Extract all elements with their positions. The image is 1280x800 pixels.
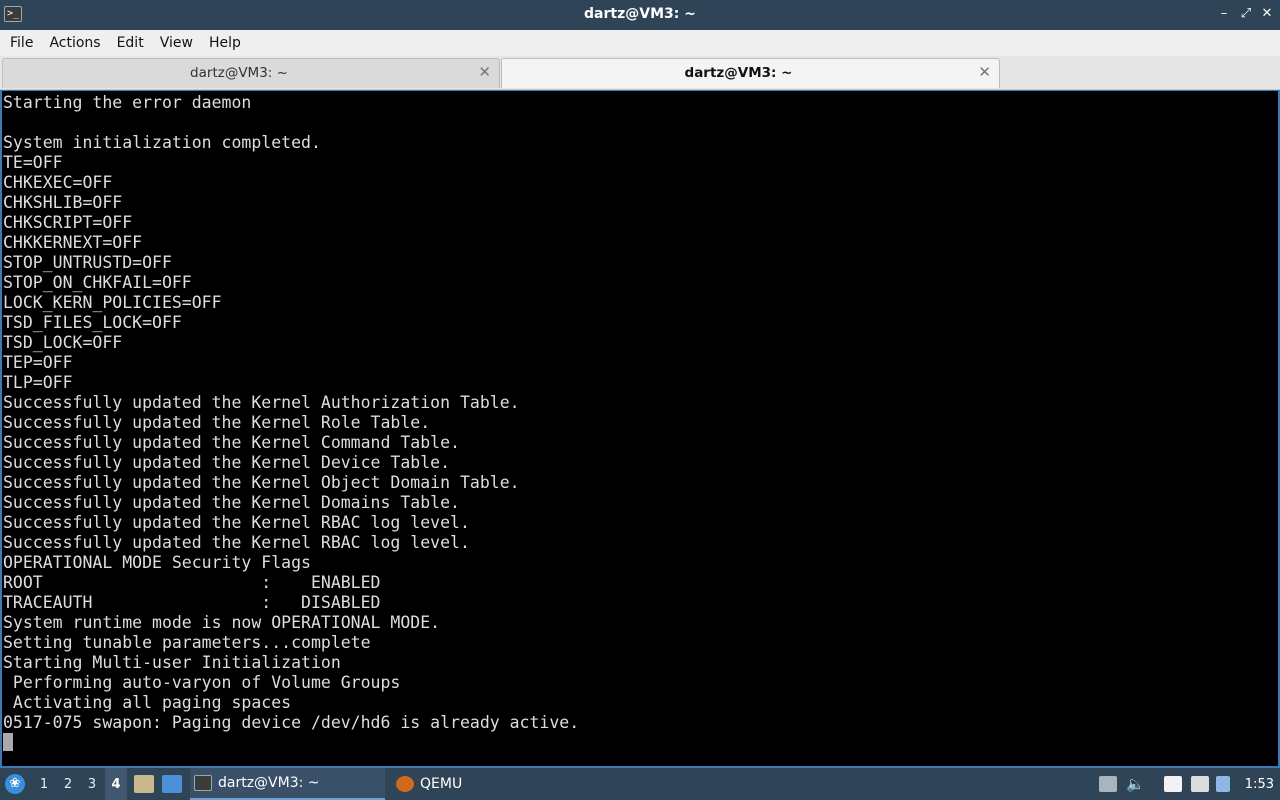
terminal-line: STOP_ON_CHKFAIL=OFF	[3, 273, 192, 292]
terminal-line: System runtime mode is now OPERATIONAL M…	[3, 613, 441, 632]
window-titlebar[interactable]: >_ dartz@VM3: ~ – ⤢ ✕	[0, 0, 1280, 30]
close-icon[interactable]: ✕	[1258, 5, 1276, 23]
terminal-line: TSD_LOCK=OFF	[3, 333, 123, 352]
menu-logo-icon: ❀	[5, 774, 25, 794]
terminal-line: TSD_FILES_LOCK=OFF	[3, 313, 182, 332]
terminal-line: CHKKERNEXT=OFF	[3, 233, 143, 252]
terminal-line: Successfully updated the Kernel Domains …	[3, 493, 460, 512]
terminal-line: 0517-075 swapon: Paging device /dev/hd6 …	[3, 713, 580, 732]
tray-app-icon[interactable]	[1099, 776, 1117, 792]
show-desktop-icon[interactable]	[162, 775, 182, 793]
terminal-line: TE=OFF	[3, 153, 63, 172]
terminal-line: Successfully updated the Kernel Command …	[3, 433, 460, 452]
terminal-line: Starting the error daemon	[3, 93, 252, 112]
task-terminal[interactable]: dartz@VM3: ~	[190, 768, 385, 800]
terminal-line: OPERATIONAL MODE Security Flags	[3, 553, 311, 572]
update-notifier-icon[interactable]	[1216, 776, 1230, 792]
menu-actions[interactable]: Actions	[41, 30, 108, 56]
tab-close-icon[interactable]: ✕	[978, 63, 991, 81]
menu-help[interactable]: Help	[201, 30, 249, 56]
terminal-icon	[194, 775, 212, 791]
network-icon[interactable]	[1191, 776, 1209, 792]
tab-terminal-1[interactable]: dartz@VM3: ~ ✕	[2, 58, 500, 88]
menu-edit[interactable]: Edit	[109, 30, 152, 56]
terminal-line: ROOT : ENABLED	[3, 573, 381, 592]
minimize-icon[interactable]: –	[1215, 5, 1233, 23]
restore-icon[interactable]: ⤢	[1237, 5, 1255, 23]
terminal-line: Successfully updated the Kernel RBAC log…	[3, 513, 470, 532]
start-menu-button[interactable]: ❀	[5, 768, 27, 800]
terminal-view[interactable]: Starting the error daemon System initiali…	[0, 90, 1280, 768]
terminal-line: LOCK_KERN_POLICIES=OFF	[3, 293, 222, 312]
task-label: dartz@VM3: ~	[218, 775, 320, 791]
menu-view[interactable]: View	[152, 30, 201, 56]
qemu-icon	[396, 776, 414, 792]
tab-bar: dartz@VM3: ~ ✕ dartz@VM3: ~ ✕	[0, 56, 1280, 90]
terminal-line: STOP_UNTRUSTD=OFF	[3, 253, 172, 272]
tab-close-icon[interactable]: ✕	[478, 63, 491, 81]
taskbar: ❀ 1 2 3 4 dartz@VM3: ~ QEMU 🔈 1:53	[0, 768, 1280, 800]
task-label: QEMU	[420, 776, 463, 792]
text-cursor	[3, 733, 13, 751]
terminal-line: CHKSCRIPT=OFF	[3, 213, 133, 232]
terminal-line: CHKSHLIB=OFF	[3, 193, 123, 212]
menu-file[interactable]: File	[2, 30, 41, 56]
terminal-line: Starting Multi-user Initialization	[3, 653, 341, 672]
terminal-line: Successfully updated the Kernel Object D…	[3, 473, 520, 492]
terminal-line: Successfully updated the Kernel RBAC log…	[3, 533, 470, 552]
menu-bar: File Actions Edit View Help	[0, 30, 1280, 56]
tab-terminal-2[interactable]: dartz@VM3: ~ ✕	[501, 58, 1000, 88]
tab-label: dartz@VM3: ~	[190, 65, 288, 81]
workspace-1[interactable]: 1	[33, 768, 55, 800]
clipboard-icon[interactable]	[1164, 776, 1182, 792]
terminal-line: Activating all paging spaces	[3, 693, 292, 712]
terminal-line: Successfully updated the Kernel Role Tab…	[3, 413, 431, 432]
terminal-line: TLP=OFF	[3, 373, 73, 392]
terminal-line: TEP=OFF	[3, 353, 73, 372]
terminal-line: System initialization completed.	[3, 133, 321, 152]
clock[interactable]: 1:53	[1245, 768, 1274, 800]
file-manager-icon[interactable]	[134, 775, 154, 793]
terminal-line: CHKEXEC=OFF	[3, 173, 113, 192]
terminal-line: Setting tunable parameters...complete	[3, 633, 371, 652]
volume-icon[interactable]: 🔈	[1126, 768, 1145, 800]
terminal-line: Successfully updated the Kernel Device T…	[3, 453, 451, 472]
terminal-output: Starting the error daemon System initiali…	[3, 93, 579, 733]
terminal-line: TRACEAUTH : DISABLED	[3, 593, 381, 612]
terminal-line: Performing auto-varyon of Volume Groups	[3, 673, 401, 692]
workspace-4[interactable]: 4	[105, 768, 127, 800]
workspace-2[interactable]: 2	[57, 768, 79, 800]
task-qemu[interactable]: QEMU	[392, 768, 512, 800]
workspace-3[interactable]: 3	[81, 768, 103, 800]
tab-label: dartz@VM3: ~	[684, 65, 793, 81]
terminal-line: Successfully updated the Kernel Authoriz…	[3, 393, 520, 412]
window-title: dartz@VM3: ~	[584, 6, 696, 22]
